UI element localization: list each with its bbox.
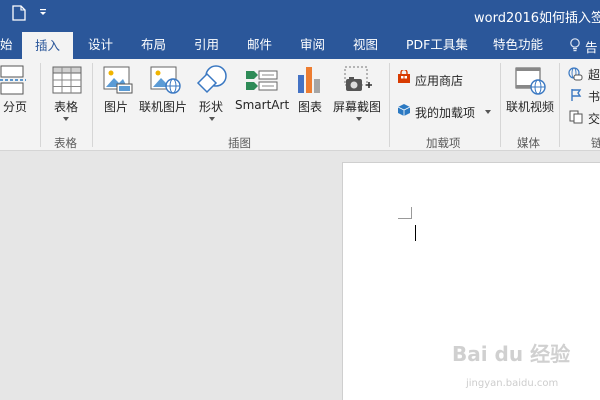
store-icon[interactable] [397,70,411,84]
table-label[interactable]: 表格 [54,98,78,115]
tab-special-features[interactable]: 特色功能 [493,32,543,59]
tab-design[interactable]: 设计 [88,32,113,59]
margin-corner-mark [398,207,412,219]
online-picture-label[interactable]: 联机图片 [139,98,187,115]
title-bar: word2016如何插入签名 [0,0,600,32]
shapes-icon[interactable] [196,65,228,95]
bookmark-icon[interactable] [570,88,582,102]
chart-icon[interactable] [296,65,322,95]
lightbulb-icon[interactable] [569,38,581,52]
tab-home[interactable]: 始 [0,32,13,59]
cross-reference-icon[interactable] [569,110,583,124]
text-cursor [415,225,416,241]
window-title: word2016如何插入签名 [474,11,600,26]
chevron-down-icon[interactable] [485,110,491,114]
smartart-label[interactable]: SmartArt [235,98,289,112]
chart-label[interactable]: 图表 [298,98,322,115]
customize-toolbar-icon[interactable] [38,7,48,17]
watermark-url: jingyan.baidu.com [466,378,559,389]
tab-mailings[interactable]: 邮件 [247,32,272,59]
group-separator [559,63,560,147]
hyperlink-label[interactable]: 超 [588,66,600,83]
tab-pdf-tools[interactable]: PDF工具集 [406,32,468,59]
smartart-icon[interactable] [244,67,278,94]
page-break-label[interactable]: 分页 [3,98,27,115]
online-video-label[interactable]: 联机视频 [506,98,554,115]
shapes-label[interactable]: 形状 [199,98,223,115]
store-label[interactable]: 应用商店 [415,72,463,89]
chevron-down-icon[interactable] [209,117,215,121]
ribbon-tabs: 始 插入 设计 布局 引用 邮件 审阅 视图 PDF工具集 特色功能 [0,32,600,59]
group-separator [389,63,390,147]
tab-references[interactable]: 引用 [194,32,219,59]
group-label-media: 媒体 [517,136,540,150]
hyperlink-icon[interactable] [568,67,583,81]
group-separator [40,63,41,147]
online-picture-icon[interactable] [150,66,182,94]
cross-reference-label[interactable]: 交 [588,110,600,127]
page-break-icon[interactable] [0,65,28,95]
group-separator [500,63,501,147]
tab-view[interactable]: 视图 [353,32,378,59]
group-label-addins: 加载项 [426,136,461,150]
new-document-icon[interactable] [12,5,26,21]
ribbon-insert: 分页 表格 表格 图片 联机图片 形状 SmartArt 图表 屏幕截图 插图 … [0,59,600,151]
chevron-down-icon[interactable] [63,117,69,121]
tab-insert[interactable]: 插入 [22,32,73,59]
picture-icon[interactable] [103,66,133,94]
table-icon[interactable] [52,66,82,94]
my-addins-label[interactable]: 我的加载项 [415,104,475,121]
tab-review[interactable]: 审阅 [300,32,325,59]
group-label-illustrations: 插图 [228,136,251,150]
online-video-icon[interactable] [515,66,547,96]
screenshot-label[interactable]: 屏幕截图 [333,98,381,115]
screenshot-icon[interactable] [342,65,374,95]
my-addins-icon[interactable] [397,103,411,117]
group-separator [92,63,93,147]
watermark-logo: Bai du 经验 [452,342,571,366]
group-label-tables: 表格 [54,136,77,150]
tab-layout[interactable]: 布局 [141,32,166,59]
picture-label[interactable]: 图片 [104,98,128,115]
chevron-down-icon[interactable] [356,117,362,121]
group-label-links: 链 [591,136,600,150]
tell-me-label[interactable]: 告 [585,37,598,56]
bookmark-label[interactable]: 书 [588,88,600,105]
